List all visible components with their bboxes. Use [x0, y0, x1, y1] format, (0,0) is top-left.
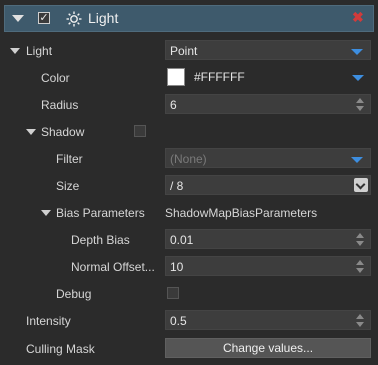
debug-checkbox[interactable]	[167, 287, 179, 299]
chevron-down-icon	[351, 49, 363, 55]
radius-label: Radius	[41, 98, 79, 112]
component-header: ✓ Light ✖	[4, 5, 374, 32]
row-debug: Debug	[0, 283, 378, 305]
color-swatch[interactable]	[167, 68, 185, 86]
normal-offset-label: Normal Offset...	[71, 260, 155, 274]
light-label: Light	[26, 44, 53, 58]
row-size: Size / 8	[0, 175, 378, 197]
collapse-arrow-icon[interactable]	[12, 15, 24, 22]
light-type-value: Point	[170, 44, 198, 58]
depth-bias-input[interactable]: 0.01	[165, 229, 371, 249]
color-field[interactable]: #FFFFFF	[190, 67, 371, 87]
normal-offset-input[interactable]: 10	[165, 256, 371, 276]
remove-component-icon[interactable]: ✖	[352, 9, 364, 26]
shadow-enabled-checkbox[interactable]	[134, 125, 146, 137]
size-label: Size	[56, 179, 80, 193]
radius-value: 6	[170, 98, 177, 112]
expand-light-icon[interactable]	[10, 48, 20, 54]
radius-spinner[interactable]	[356, 98, 364, 112]
expand-shadow-icon[interactable]	[26, 129, 36, 135]
row-depth-bias: Depth Bias 0.01	[0, 229, 378, 251]
bias-label: Bias Parameters	[56, 206, 145, 220]
intensity-input[interactable]: 0.5	[165, 310, 371, 330]
row-intensity: Intensity 0.5	[0, 310, 378, 332]
row-light: Light Point	[0, 40, 378, 62]
size-combo[interactable]: / 8	[165, 175, 371, 195]
bias-type-value: ShadowMapBiasParameters	[165, 206, 318, 220]
row-color: Color #FFFFFF	[0, 67, 378, 89]
intensity-spinner[interactable]	[356, 314, 364, 328]
color-label: Color	[41, 71, 70, 85]
intensity-label: Intensity	[26, 314, 71, 328]
intensity-value: 0.5	[170, 314, 187, 328]
light-bulb-icon	[66, 11, 82, 27]
depth-bias-label: Depth Bias	[71, 233, 130, 247]
chevron-down-icon	[351, 157, 363, 163]
chevron-down-icon[interactable]	[352, 75, 364, 81]
size-value: / 8	[170, 179, 184, 193]
filter-dropdown[interactable]: (None)	[165, 148, 371, 168]
depth-bias-value: 0.01	[170, 233, 194, 247]
chevron-down-icon[interactable]	[354, 178, 368, 192]
radius-input[interactable]: 6	[165, 94, 371, 114]
light-type-dropdown[interactable]: Point	[165, 40, 371, 60]
depth-bias-spinner[interactable]	[356, 233, 364, 247]
color-value: #FFFFFF	[194, 70, 245, 84]
shadow-label: Shadow	[41, 125, 85, 139]
debug-label: Debug	[56, 287, 92, 301]
row-culling-mask: Culling Mask Change values...	[0, 338, 378, 360]
component-enabled-checkbox[interactable]: ✓	[38, 12, 50, 24]
row-shadow: Shadow	[0, 121, 378, 143]
component-title: Light	[88, 10, 119, 26]
row-bias-parameters: Bias Parameters ShadowMapBiasParameters	[0, 202, 378, 224]
row-normal-offset: Normal Offset... 10	[0, 256, 378, 278]
normal-offset-spinner[interactable]	[356, 260, 364, 274]
filter-label: Filter	[56, 152, 83, 166]
culling-mask-label: Culling Mask	[26, 342, 95, 356]
row-filter: Filter (None)	[0, 148, 378, 170]
normal-offset-value: 10	[170, 260, 184, 274]
filter-value: (None)	[170, 152, 207, 166]
change-values-button[interactable]: Change values...	[165, 338, 371, 358]
row-radius: Radius 6	[0, 94, 378, 116]
expand-bias-icon[interactable]	[41, 210, 51, 216]
